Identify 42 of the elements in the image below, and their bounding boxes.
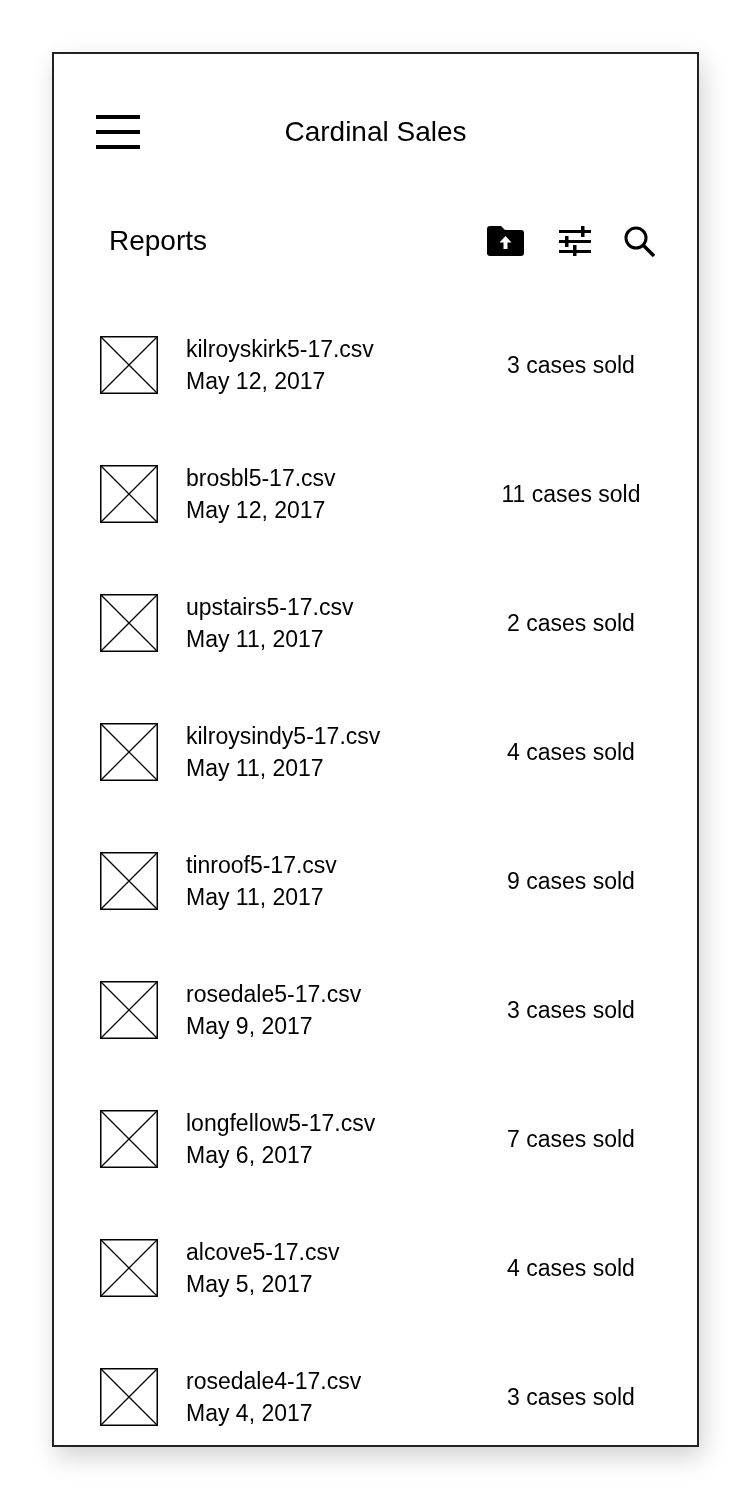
report-date: May 11, 2017 (186, 625, 324, 654)
crossed-box-icon (100, 852, 158, 910)
crossed-box-icon (100, 981, 158, 1039)
crossed-box-icon (100, 723, 158, 781)
report-date: May 11, 2017 (186, 754, 324, 783)
report-date: May 5, 2017 (186, 1270, 313, 1299)
sales-count: 11 cases sold (501, 480, 641, 509)
sliders-icon[interactable] (559, 226, 591, 256)
folder-upload-icon[interactable] (487, 226, 524, 256)
report-date: May 4, 2017 (186, 1399, 313, 1428)
report-date: May 12, 2017 (186, 367, 326, 396)
file-name: tinroof5-17.csv (186, 851, 337, 880)
crossed-box-icon (100, 1239, 158, 1297)
file-name: brosbl5-17.csv (186, 464, 336, 493)
report-date: May 9, 2017 (186, 1012, 313, 1041)
crossed-box-icon (100, 594, 158, 652)
search-icon[interactable] (624, 225, 655, 257)
section-title: Reports (109, 224, 208, 258)
menu-icon[interactable] (96, 115, 140, 149)
app-title: Cardinal Sales (284, 115, 467, 149)
report-date: May 12, 2017 (186, 496, 326, 525)
sales-count: 4 cases sold (507, 738, 635, 767)
sales-count: 3 cases sold (507, 1383, 635, 1412)
file-name: kilroysindy5-17.csv (186, 722, 381, 751)
sales-count: 3 cases sold (507, 996, 635, 1025)
report-date: May 6, 2017 (186, 1141, 313, 1170)
crossed-box-icon (100, 1368, 158, 1426)
file-name: longfellow5-17.csv (186, 1109, 376, 1138)
file-name: upstairs5-17.csv (186, 593, 354, 622)
sales-count: 3 cases sold (507, 351, 635, 380)
sales-count: 9 cases sold (507, 867, 635, 896)
file-name: rosedale5-17.csv (186, 980, 362, 1009)
crossed-box-icon (100, 1110, 158, 1168)
sales-count: 7 cases sold (507, 1125, 635, 1154)
report-date: May 11, 2017 (186, 883, 324, 912)
crossed-box-icon (100, 336, 158, 394)
file-name: rosedale4-17.csv (186, 1367, 362, 1396)
crossed-box-icon (100, 465, 158, 523)
file-name: kilroyskirk5-17.csv (186, 335, 374, 364)
sales-count: 4 cases sold (507, 1254, 635, 1283)
sales-count: 2 cases sold (507, 609, 635, 638)
file-name: alcove5-17.csv (186, 1238, 340, 1267)
